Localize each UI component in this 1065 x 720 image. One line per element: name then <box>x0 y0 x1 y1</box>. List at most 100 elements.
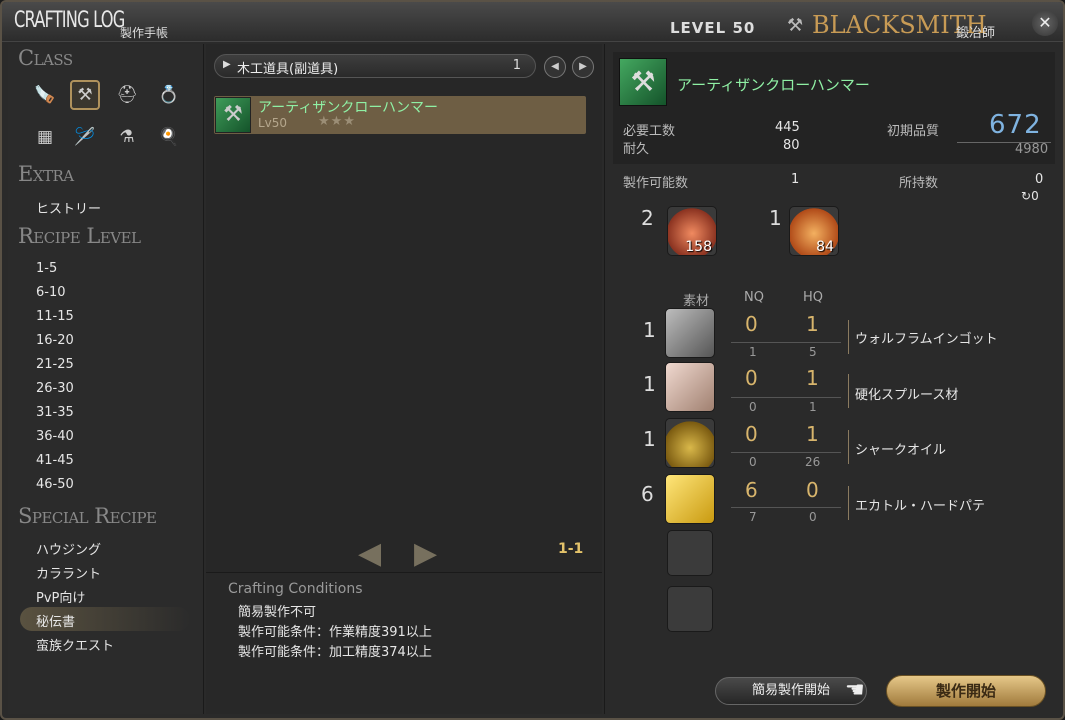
durability-label: 耐久 <box>623 142 650 157</box>
material-divider <box>731 397 841 398</box>
material-separator <box>848 486 849 520</box>
condition-line: 製作可能条件：作業精度391以上 <box>238 625 432 640</box>
material-hq: 0 <box>806 478 819 502</box>
crystal-required: 2 <box>641 206 654 230</box>
prev-category-icon[interactable]: ◀ <box>544 56 566 78</box>
material-separator <box>848 374 849 408</box>
fire-crystal-icon[interactable]: 158 <box>667 206 717 256</box>
special-item-housing[interactable]: ハウジング <box>36 539 101 558</box>
condition-line: 簡易製作不可 <box>238 605 317 620</box>
recipe-level-41-45[interactable]: 41-45 <box>36 453 74 468</box>
material-nq: 0 <box>745 366 758 390</box>
pointing-hand-icon: ☚ <box>845 678 865 703</box>
quality-label: 初期品質 <box>887 124 940 139</box>
recipe-level-46-50[interactable]: 46-50 <box>36 477 74 492</box>
special-item-beast-tribe[interactable]: 蛮族クエスト <box>36 635 114 654</box>
paste-block-icon[interactable] <box>665 474 715 524</box>
window-subtitle: 製作手帳 <box>120 26 169 40</box>
recipe-level: Lv50 <box>258 116 288 130</box>
next-page-icon[interactable]: ▶ <box>414 536 437 571</box>
item-header: ⚒ アーティザンクローハンマー 必要工数 445 耐久 80 初期品質 672 … <box>613 52 1055 164</box>
material-own-nq: 0 <box>749 400 757 414</box>
special-item-pvp[interactable]: PvP向け <box>36 587 85 606</box>
material-own-nq: 0 <box>749 455 757 469</box>
material-hq: 1 <box>806 312 819 336</box>
culinarian-icon[interactable]: 🍳 <box>154 122 184 152</box>
fire-cluster-icon[interactable]: 84 <box>789 206 839 256</box>
material-separator <box>848 430 849 464</box>
recipe-level-6-10[interactable]: 6-10 <box>36 285 66 300</box>
craftable-value: 1 <box>791 172 800 187</box>
class-name-jp: 鍛冶師 <box>956 26 996 41</box>
owned-hq-value: ↻0 <box>1021 189 1039 203</box>
category-dropdown[interactable]: ▶ 木工道具(副道具) 1 <box>214 54 536 78</box>
conditions-title: Crafting Conditions <box>228 581 363 597</box>
weaver-icon[interactable]: 🪡 <box>70 122 100 152</box>
alchemist-icon[interactable]: ⚗ <box>112 122 142 152</box>
material-name: エカトル・ハードパテ <box>855 499 986 514</box>
category-count: 1 <box>512 58 521 73</box>
material-divider <box>731 342 841 343</box>
blacksmith-hammer-icon: ⚒ <box>787 15 804 36</box>
page-indicator: 1-1 <box>558 541 584 557</box>
class-level: LEVEL 50 <box>670 19 756 37</box>
material-divider <box>731 452 841 453</box>
recipe-level-31-35[interactable]: 31-35 <box>36 405 74 420</box>
nq-header: NQ <box>744 290 764 305</box>
leatherworker-icon[interactable]: ▦ <box>30 122 60 152</box>
material-name: 硬化スプルース材 <box>855 388 959 403</box>
craftable-label: 製作可能数 <box>623 176 689 191</box>
owned-label: 所持数 <box>899 176 939 191</box>
recipe-level-36-40[interactable]: 36-40 <box>36 429 74 444</box>
hq-icon: ↻ <box>1021 189 1032 203</box>
recipe-list-panel: ▶ 木工道具(副道具) 1 ◀ ▶ ⚒ アーティザンクローハンマー Lv50 ★… <box>206 44 602 714</box>
carpenter-icon[interactable]: 🪚 <box>30 80 60 110</box>
special-item-master-books[interactable]: 秘伝書 <box>36 611 75 630</box>
menu-item-history[interactable]: ヒストリー <box>36 198 101 217</box>
window-title: CRAFTING LOG <box>14 8 125 33</box>
close-icon[interactable]: ✕ <box>1032 10 1058 36</box>
next-category-icon[interactable]: ▶ <box>572 56 594 78</box>
crafting-conditions: Crafting Conditions 簡易製作不可 製作可能条件：作業精度39… <box>206 572 602 714</box>
oil-jar-icon[interactable] <box>665 418 715 468</box>
item-name: アーティザンクローハンマー <box>677 76 870 94</box>
material-divider <box>731 507 841 508</box>
crystal-required: 1 <box>769 206 782 230</box>
special-item-dyes[interactable]: カララント <box>36 563 101 582</box>
recipe-level-21-25[interactable]: 21-25 <box>36 357 74 372</box>
quality-max: 4980 <box>1015 142 1049 157</box>
claw-hammer-icon: ⚒ <box>619 58 667 106</box>
recipe-level-11-15[interactable]: 11-15 <box>36 309 74 324</box>
quality-value: 672 <box>989 110 1042 140</box>
recipe-detail-panel: ⚒ アーティザンクローハンマー 必要工数 445 耐久 80 初期品質 672 … <box>604 44 1063 714</box>
recipe-level-1-5[interactable]: 1-5 <box>36 261 57 276</box>
special-recipe-section-title: Special Recipe <box>18 504 157 528</box>
material-own-hq: 5 <box>809 345 817 359</box>
owned-value: 0 <box>1035 172 1044 187</box>
material-own-nq: 7 <box>749 510 757 524</box>
prev-page-icon[interactable]: ◀ <box>358 536 381 571</box>
material-own-hq: 1 <box>809 400 817 414</box>
extra-section-title: Extra <box>18 162 74 186</box>
material-qty: 1 <box>643 372 656 396</box>
ingot-icon[interactable] <box>665 308 715 358</box>
crafting-log-window: CRAFTING LOG 製作手帳 LEVEL 50 ⚒ BLACKSMITH … <box>0 0 1065 720</box>
recipe-level-26-30[interactable]: 26-30 <box>36 381 74 396</box>
recipe-stars: ★★★ <box>318 114 356 129</box>
material-hq: 1 <box>806 366 819 390</box>
category-label: 木工道具(副道具) <box>237 62 339 77</box>
condition-line: 製作可能条件：加工精度374以上 <box>238 645 432 660</box>
class-section-title: Class <box>18 46 73 70</box>
blacksmith-icon[interactable]: ⚒ <box>70 80 100 110</box>
durability-value: 80 <box>783 138 800 153</box>
goldsmith-icon[interactable]: 💍 <box>154 80 184 110</box>
lumber-icon[interactable] <box>665 362 715 412</box>
armorer-icon[interactable]: ⛑ <box>112 80 142 110</box>
empty-material-slot <box>667 530 713 576</box>
empty-material-slot <box>667 586 713 632</box>
material-qty: 1 <box>643 318 656 342</box>
recipe-list-item[interactable]: ⚒ アーティザンクローハンマー Lv50 ★★★ <box>214 96 586 134</box>
material-separator <box>848 320 849 354</box>
synthesize-button[interactable]: 製作開始 <box>886 675 1046 707</box>
recipe-level-16-20[interactable]: 16-20 <box>36 333 74 348</box>
